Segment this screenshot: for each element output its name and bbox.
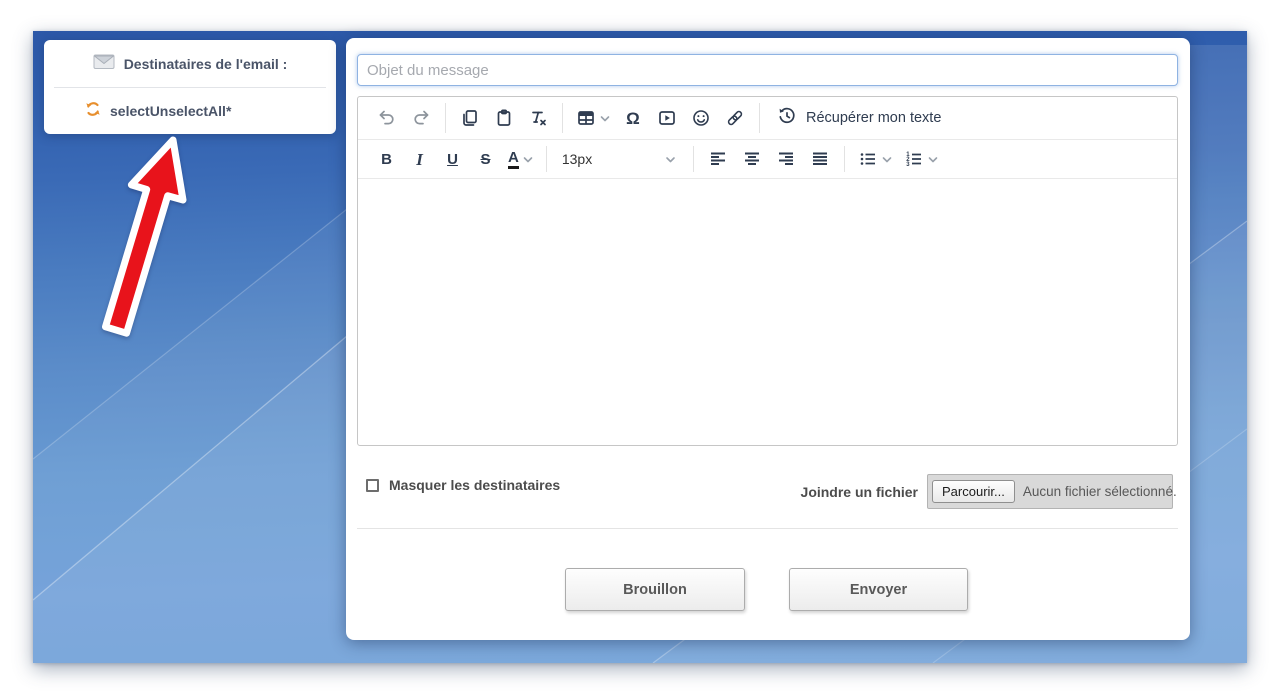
remove-format-icon [528,108,548,128]
hide-recipients-checkbox[interactable] [366,479,379,492]
rich-text-editor: Ω [357,96,1178,446]
editor-toolbar-row2: B I U S A [358,140,1177,179]
toolbar-separator [844,146,845,172]
hide-recipients-option: Masquer les destinataires [366,477,560,493]
chevron-down-icon [928,155,938,164]
recipients-title: Destinataires de l'email : [124,56,288,72]
bold-button[interactable]: B [370,143,403,175]
strikethrough-button[interactable]: S [469,143,502,175]
align-justify-button[interactable] [803,143,837,175]
media-embed-button[interactable] [650,102,684,134]
align-justify-icon [810,149,830,169]
recover-text-button[interactable]: Récupérer mon texte [767,102,951,134]
align-right-icon [776,149,796,169]
omega-icon: Ω [626,110,640,127]
strikethrough-icon: S [480,152,490,167]
chevron-down-icon [665,151,676,167]
toolbar-separator [562,103,563,133]
numbered-list-icon: 1 2 3 [904,149,924,169]
toolbar-separator [693,146,694,172]
recover-text-label: Récupérer mon texte [806,110,941,126]
desktop-wallpaper: Destinataires de l'email : selectUnselec… [33,31,1247,663]
align-center-button[interactable] [735,143,769,175]
emoji-button[interactable] [684,102,718,134]
select-unselect-all-label: selectUnselectAll* [110,103,231,119]
envelope-icon [93,54,115,73]
align-right-button[interactable] [769,143,803,175]
history-icon [777,106,797,130]
insert-table-button[interactable] [570,102,616,134]
bold-icon: B [381,152,392,167]
italic-icon: I [416,151,423,168]
media-icon [657,108,677,128]
remove-format-button[interactable] [521,102,555,134]
special-character-button[interactable]: Ω [616,102,650,134]
compose-panel: Ω [346,38,1190,640]
recipients-header: Destinataires de l'email : [44,40,336,87]
footer-divider [357,528,1178,529]
attach-file-label: Joindre un fichier [801,484,918,500]
toolbar-separator [759,103,760,133]
red-pointer-arrow [73,121,233,351]
paste-icon [494,108,514,128]
font-size-select[interactable]: 13px [554,144,686,174]
file-input[interactable]: Parcourir... Aucun fichier sélectionné. [927,474,1173,509]
recipients-panel: Destinataires de l'email : selectUnselec… [44,40,336,134]
copy-button[interactable] [453,102,487,134]
options-row: Masquer les destinataires Joindre un fic… [357,474,1178,514]
copy-icon [460,108,480,128]
italic-button[interactable]: I [403,143,436,175]
subject-input[interactable] [357,54,1178,86]
align-left-icon [708,149,728,169]
insert-link-button[interactable] [718,102,752,134]
redo-icon [411,108,431,128]
font-size-value: 13px [562,151,592,167]
chevron-down-icon [523,155,533,164]
undo-button[interactable] [370,102,404,134]
link-icon [725,108,745,128]
editor-toolbar-row1: Ω [358,97,1177,140]
refresh-arrows-icon [84,100,102,121]
smiley-icon [691,108,711,128]
editor-body[interactable] [358,179,1177,445]
align-center-icon [742,149,762,169]
table-icon [576,108,596,128]
bulleted-list-button[interactable] [852,143,898,175]
draft-button[interactable]: Brouillon [565,568,745,611]
svg-text:3: 3 [906,162,910,168]
hide-recipients-label: Masquer les destinataires [389,477,560,493]
send-button[interactable]: Envoyer [789,568,968,611]
chevron-down-icon [600,114,610,123]
toolbar-separator [445,103,446,133]
bulleted-list-icon [858,149,878,169]
browse-button[interactable]: Parcourir... [932,480,1015,503]
font-color-button[interactable]: A [502,143,539,175]
redo-button[interactable] [404,102,438,134]
numbered-list-button[interactable]: 1 2 3 [898,143,944,175]
underline-icon: U [447,152,458,167]
attach-file-option: Joindre un fichier Parcourir... Aucun fi… [801,474,1173,509]
chevron-down-icon [882,155,892,164]
paste-button[interactable] [487,102,521,134]
toolbar-separator [546,146,547,172]
undo-icon [377,108,397,128]
underline-button[interactable]: U [436,143,469,175]
no-file-selected-text: Aucun fichier sélectionné. [1023,484,1177,499]
font-color-icon: A [508,150,519,169]
align-left-button[interactable] [701,143,735,175]
